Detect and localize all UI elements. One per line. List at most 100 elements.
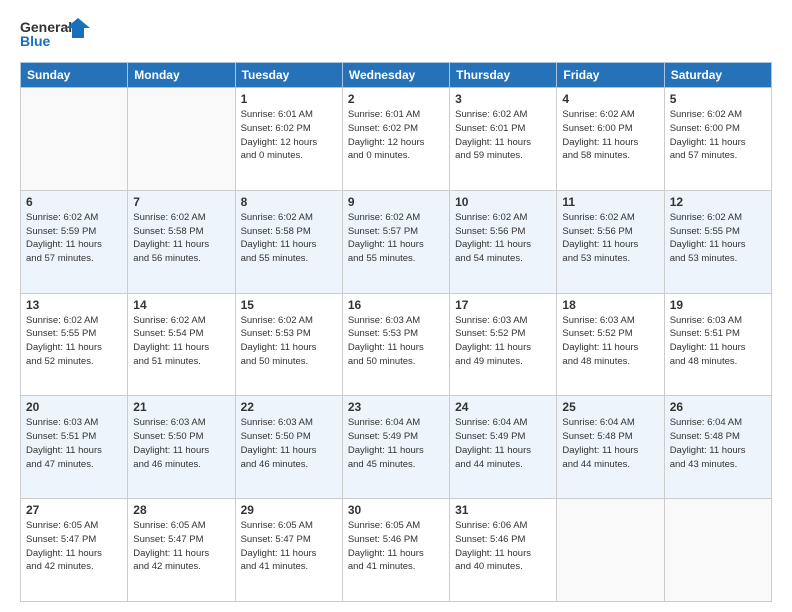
day-number: 19 [670, 298, 766, 312]
calendar-cell: 29Sunrise: 6:05 AM Sunset: 5:47 PM Dayli… [235, 499, 342, 602]
col-header-tuesday: Tuesday [235, 63, 342, 88]
calendar-cell: 6Sunrise: 6:02 AM Sunset: 5:59 PM Daylig… [21, 190, 128, 293]
day-info: Sunrise: 6:02 AM Sunset: 6:00 PM Dayligh… [670, 108, 766, 163]
calendar-cell: 24 Sunrise: 6:04 AM Sunset: 5:49 PM Dayli… [450, 396, 557, 499]
calendar-cell [128, 88, 235, 191]
calendar-cell: 31Sunrise: 6:06 AM Sunset: 5:46 PM Dayli… [450, 499, 557, 602]
day-info: Sunrise: 6:03 AM Sunset: 5:51 PM Dayligh… [670, 314, 766, 369]
day-number: 4 [562, 92, 658, 106]
day-info: Sunrise: 6:02 AM Sunset: 5:58 PM Dayligh… [241, 211, 337, 266]
calendar-cell: 12 Sunrise: 6:02 AM Sunset: 5:55 PM Dayli… [664, 190, 771, 293]
calendar-cell: 10 Sunrise: 6:02 AM Sunset: 5:56 PM Dayli… [450, 190, 557, 293]
calendar-cell: 4 Sunrise: 6:02 AM Sunset: 6:00 PM Daylig… [557, 88, 664, 191]
day-number: 10 [455, 195, 551, 209]
day-info: Sunrise: 6:03 AM Sunset: 5:50 PM Dayligh… [133, 416, 229, 471]
day-info: Sunrise: 6:03 AM Sunset: 5:52 PM Dayligh… [562, 314, 658, 369]
calendar-cell: 13Sunrise: 6:02 AM Sunset: 5:55 PM Dayli… [21, 293, 128, 396]
day-info: Sunrise: 6:04 AM Sunset: 5:48 PM Dayligh… [670, 416, 766, 471]
calendar-cell [21, 88, 128, 191]
week-row-3: 13Sunrise: 6:02 AM Sunset: 5:55 PM Dayli… [21, 293, 772, 396]
col-header-monday: Monday [128, 63, 235, 88]
calendar-cell [557, 499, 664, 602]
day-info: Sunrise: 6:02 AM Sunset: 5:56 PM Dayligh… [455, 211, 551, 266]
day-info: Sunrise: 6:03 AM Sunset: 5:50 PM Dayligh… [241, 416, 337, 471]
day-number: 11 [562, 195, 658, 209]
col-header-saturday: Saturday [664, 63, 771, 88]
calendar-table: SundayMondayTuesdayWednesdayThursdayFrid… [20, 62, 772, 602]
col-header-friday: Friday [557, 63, 664, 88]
day-number: 22 [241, 400, 337, 414]
day-number: 28 [133, 503, 229, 517]
calendar-cell: 11 Sunrise: 6:02 AM Sunset: 5:56 PM Dayli… [557, 190, 664, 293]
day-info: Sunrise: 6:05 AM Sunset: 5:47 PM Dayligh… [26, 519, 122, 574]
day-number: 2 [348, 92, 444, 106]
week-row-5: 27 Sunrise: 6:05 AM Sunset: 5:47 PM Dayli… [21, 499, 772, 602]
calendar-cell: 8Sunrise: 6:02 AM Sunset: 5:58 PM Daylig… [235, 190, 342, 293]
day-number: 16 [348, 298, 444, 312]
page: General Blue SundayMondayTuesdayWednesda… [0, 0, 792, 612]
day-info: Sunrise: 6:06 AM Sunset: 5:46 PM Dayligh… [455, 519, 551, 574]
day-info: Sunrise: 6:03 AM Sunset: 5:52 PM Dayligh… [455, 314, 551, 369]
col-header-wednesday: Wednesday [342, 63, 449, 88]
calendar-cell: 1 Sunrise: 6:01 AM Sunset: 6:02 PM Daylig… [235, 88, 342, 191]
day-number: 14 [133, 298, 229, 312]
day-info: Sunrise: 6:01 AM Sunset: 6:02 PM Dayligh… [241, 108, 337, 163]
day-number: 20 [26, 400, 122, 414]
calendar-cell: 9 Sunrise: 6:02 AM Sunset: 5:57 PM Daylig… [342, 190, 449, 293]
calendar-cell: 27 Sunrise: 6:05 AM Sunset: 5:47 PM Dayli… [21, 499, 128, 602]
day-info: Sunrise: 6:02 AM Sunset: 5:56 PM Dayligh… [562, 211, 658, 266]
day-number: 5 [670, 92, 766, 106]
day-number: 13 [26, 298, 122, 312]
calendar-cell: 2 Sunrise: 6:01 AM Sunset: 6:02 PM Daylig… [342, 88, 449, 191]
day-number: 21 [133, 400, 229, 414]
day-info: Sunrise: 6:02 AM Sunset: 5:55 PM Dayligh… [670, 211, 766, 266]
day-info: Sunrise: 6:04 AM Sunset: 5:49 PM Dayligh… [455, 416, 551, 471]
day-info: Sunrise: 6:05 AM Sunset: 5:47 PM Dayligh… [133, 519, 229, 574]
day-number: 23 [348, 400, 444, 414]
calendar-cell: 20Sunrise: 6:03 AM Sunset: 5:51 PM Dayli… [21, 396, 128, 499]
calendar-cell: 26 Sunrise: 6:04 AM Sunset: 5:48 PM Dayli… [664, 396, 771, 499]
day-number: 24 [455, 400, 551, 414]
day-number: 30 [348, 503, 444, 517]
header: General Blue [20, 16, 772, 52]
day-info: Sunrise: 6:02 AM Sunset: 5:53 PM Dayligh… [241, 314, 337, 369]
calendar-cell [664, 499, 771, 602]
day-info: Sunrise: 6:02 AM Sunset: 5:59 PM Dayligh… [26, 211, 122, 266]
day-number: 9 [348, 195, 444, 209]
day-number: 18 [562, 298, 658, 312]
day-number: 25 [562, 400, 658, 414]
logo-svg: General Blue [20, 16, 90, 52]
day-number: 3 [455, 92, 551, 106]
week-row-2: 6Sunrise: 6:02 AM Sunset: 5:59 PM Daylig… [21, 190, 772, 293]
svg-text:Blue: Blue [20, 33, 51, 49]
calendar-cell: 21 Sunrise: 6:03 AM Sunset: 5:50 PM Dayli… [128, 396, 235, 499]
day-number: 1 [241, 92, 337, 106]
calendar-cell: 30 Sunrise: 6:05 AM Sunset: 5:46 PM Dayli… [342, 499, 449, 602]
day-number: 7 [133, 195, 229, 209]
day-info: Sunrise: 6:04 AM Sunset: 5:48 PM Dayligh… [562, 416, 658, 471]
day-number: 12 [670, 195, 766, 209]
day-number: 26 [670, 400, 766, 414]
day-number: 27 [26, 503, 122, 517]
calendar-cell: 7 Sunrise: 6:02 AM Sunset: 5:58 PM Daylig… [128, 190, 235, 293]
day-info: Sunrise: 6:03 AM Sunset: 5:53 PM Dayligh… [348, 314, 444, 369]
calendar-cell: 28 Sunrise: 6:05 AM Sunset: 5:47 PM Dayli… [128, 499, 235, 602]
day-info: Sunrise: 6:02 AM Sunset: 6:00 PM Dayligh… [562, 108, 658, 163]
day-info: Sunrise: 6:04 AM Sunset: 5:49 PM Dayligh… [348, 416, 444, 471]
col-header-sunday: Sunday [21, 63, 128, 88]
day-info: Sunrise: 6:02 AM Sunset: 5:57 PM Dayligh… [348, 211, 444, 266]
calendar-cell: 16 Sunrise: 6:03 AM Sunset: 5:53 PM Dayli… [342, 293, 449, 396]
calendar-cell: 3 Sunrise: 6:02 AM Sunset: 6:01 PM Daylig… [450, 88, 557, 191]
day-info: Sunrise: 6:02 AM Sunset: 5:58 PM Dayligh… [133, 211, 229, 266]
day-info: Sunrise: 6:02 AM Sunset: 6:01 PM Dayligh… [455, 108, 551, 163]
calendar-header-row: SundayMondayTuesdayWednesdayThursdayFrid… [21, 63, 772, 88]
week-row-1: 1 Sunrise: 6:01 AM Sunset: 6:02 PM Daylig… [21, 88, 772, 191]
calendar-cell: 22 Sunrise: 6:03 AM Sunset: 5:50 PM Dayli… [235, 396, 342, 499]
calendar-cell: 17Sunrise: 6:03 AM Sunset: 5:52 PM Dayli… [450, 293, 557, 396]
day-info: Sunrise: 6:05 AM Sunset: 5:47 PM Dayligh… [241, 519, 337, 574]
calendar-cell: 5 Sunrise: 6:02 AM Sunset: 6:00 PM Daylig… [664, 88, 771, 191]
day-info: Sunrise: 6:01 AM Sunset: 6:02 PM Dayligh… [348, 108, 444, 163]
week-row-4: 20Sunrise: 6:03 AM Sunset: 5:51 PM Dayli… [21, 396, 772, 499]
day-info: Sunrise: 6:05 AM Sunset: 5:46 PM Dayligh… [348, 519, 444, 574]
col-header-thursday: Thursday [450, 63, 557, 88]
